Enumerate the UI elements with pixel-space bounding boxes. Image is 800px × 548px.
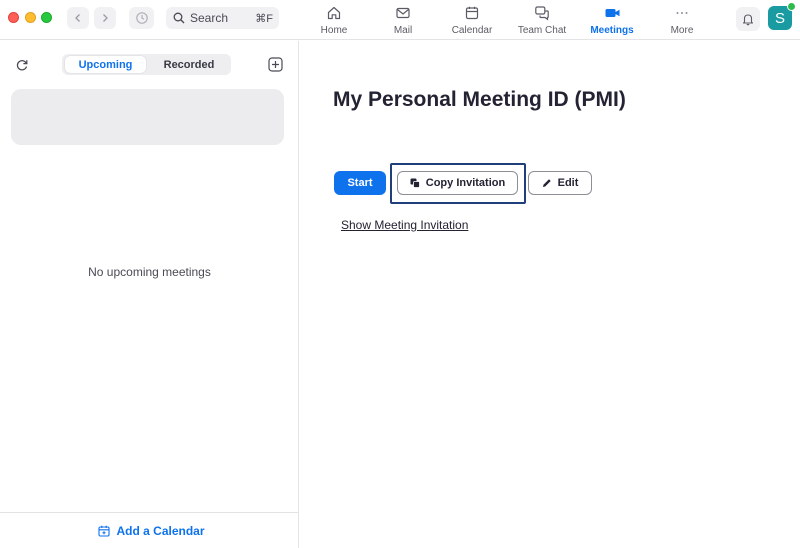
empty-meetings-message: No upcoming meetings [88, 265, 211, 279]
meeting-details-panel: My Personal Meeting ID (PMI) Start Copy … [300, 41, 800, 548]
history-clock-icon [135, 12, 148, 24]
page-title: My Personal Meeting ID (PMI) [333, 88, 626, 111]
search-box[interactable]: Search ⌘F [166, 7, 279, 29]
meetings-sidebar: Upcoming Recorded No upcoming meetings A… [0, 41, 299, 548]
refresh-button[interactable] [14, 57, 30, 73]
avatar-initial: S [774, 9, 785, 27]
add-calendar-label: Add a Calendar [116, 523, 205, 538]
search-shortcut: ⌘F [255, 12, 273, 25]
calendar-add-icon [98, 525, 111, 537]
tab-meetings-label: Meetings [590, 25, 634, 36]
meetings-filter-tabs: Upcoming Recorded [62, 54, 231, 75]
chat-icon [534, 4, 550, 21]
edit-label: Edit [557, 177, 579, 189]
tab-home-label: Home [320, 25, 348, 36]
tab-team-chat[interactable]: Team Chat [512, 0, 572, 40]
start-button[interactable]: Start [334, 171, 386, 195]
copy-icon [410, 178, 420, 188]
tab-calendar-label: Calendar [451, 25, 493, 36]
plus-square-icon [267, 56, 283, 72]
search-icon [173, 12, 185, 24]
show-meeting-invitation-link[interactable]: Show Meeting Invitation [341, 218, 468, 232]
tab-team-chat-label: Team Chat [517, 25, 567, 36]
copy-invitation-button[interactable]: Copy Invitation [397, 171, 518, 195]
tab-more-label: More [670, 25, 694, 36]
tab-mail-label: Mail [393, 25, 413, 36]
tab-home[interactable]: Home [314, 0, 354, 40]
search-label: Search [190, 11, 229, 25]
sidebar-footer: Add a Calendar [0, 512, 299, 548]
copy-invitation-label: Copy Invitation [425, 177, 506, 189]
calendar-icon [464, 4, 480, 21]
tab-mail[interactable]: Mail [383, 0, 423, 40]
refresh-icon [16, 59, 28, 71]
window-close-button[interactable] [8, 12, 19, 23]
pencil-icon [542, 178, 552, 188]
add-calendar-link[interactable]: Add a Calendar [98, 523, 205, 538]
video-camera-icon [604, 4, 621, 21]
forward-button[interactable] [94, 7, 116, 29]
window-zoom-button[interactable] [41, 12, 52, 23]
chevron-right-icon [103, 14, 108, 22]
online-status-dot [787, 2, 796, 11]
edit-button[interactable]: Edit [528, 171, 592, 195]
mail-icon [395, 4, 411, 21]
tab-more[interactable]: More [662, 0, 702, 40]
more-dots-icon [674, 4, 690, 21]
tab-meetings[interactable]: Meetings [586, 0, 638, 40]
tab-upcoming[interactable]: Upcoming [65, 56, 146, 73]
notifications-button[interactable] [736, 7, 760, 31]
tab-calendar[interactable]: Calendar [446, 0, 498, 40]
new-meeting-button[interactable] [267, 56, 283, 72]
home-icon [326, 4, 342, 21]
history-button[interactable] [129, 7, 154, 29]
chevron-left-icon [75, 14, 80, 22]
top-bar: Search ⌘F Home Mail Calendar Team Chat M… [0, 0, 800, 40]
tab-recorded[interactable]: Recorded [150, 56, 228, 73]
pmi-card[interactable] [11, 89, 284, 145]
back-button[interactable] [67, 7, 89, 29]
window-minimize-button[interactable] [25, 12, 36, 23]
bell-icon [742, 14, 754, 26]
